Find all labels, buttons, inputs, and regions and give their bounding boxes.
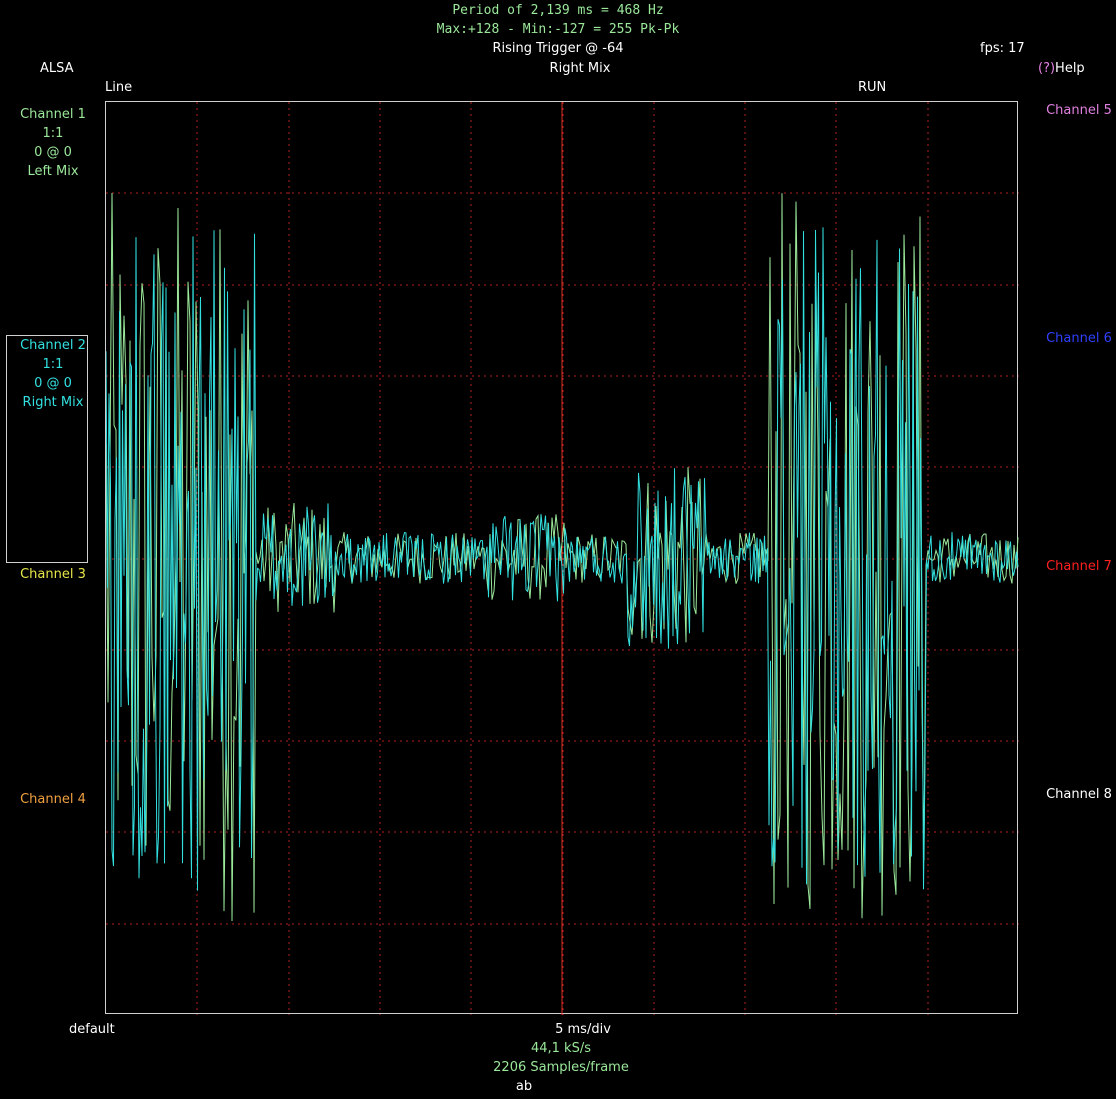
help-icon: (?) bbox=[1038, 61, 1056, 76]
display-mode-label[interactable]: ab bbox=[0, 1079, 1048, 1094]
input-label[interactable]: Line bbox=[105, 80, 132, 95]
run-state-label[interactable]: RUN bbox=[858, 80, 886, 95]
channel-1-source: Left Mix bbox=[27, 164, 79, 179]
help-button[interactable]: (?)Help bbox=[1038, 61, 1085, 76]
channel-1-scale: 1:1 bbox=[42, 126, 64, 141]
amplitude-readout: Max:+128 - Min:-127 = 255 Pk-Pk bbox=[436, 22, 680, 37]
channel-8-label[interactable]: Channel 8 bbox=[1029, 787, 1116, 802]
samples-per-frame-label: 2206 Samples/frame bbox=[493, 1060, 629, 1075]
channel-5-label[interactable]: Channel 5 bbox=[1029, 103, 1116, 118]
channel-2-name: Channel 2 bbox=[20, 338, 86, 353]
channel-4-label[interactable]: Channel 4 bbox=[3, 790, 103, 809]
channel-2-source: Right Mix bbox=[22, 395, 84, 410]
channel-2-scale: 1:1 bbox=[42, 357, 64, 372]
help-label: Help bbox=[1055, 61, 1085, 76]
scope-canvas bbox=[106, 102, 1019, 1015]
mix-label[interactable]: Right Mix bbox=[0, 61, 1116, 76]
period-readout: Period of 2,139 ms = 468 Hz bbox=[452, 3, 664, 18]
timebase-label[interactable]: 5 ms/div bbox=[0, 1022, 1116, 1037]
channel-6-label[interactable]: Channel 6 bbox=[1029, 331, 1116, 346]
samplerate-label: 44,1 kS/s bbox=[530, 1041, 591, 1056]
channel-3-label[interactable]: Channel 3 bbox=[3, 565, 103, 584]
channel-1-offset: 0 @ 0 bbox=[34, 145, 72, 160]
channel-2-panel[interactable]: Channel 2 1:1 0 @ 0 Right Mix bbox=[3, 336, 103, 412]
channel-1-panel[interactable]: Channel 1 1:1 0 @ 0 Left Mix bbox=[3, 105, 103, 181]
fps-readout: fps: 17 bbox=[980, 41, 1025, 56]
channel-7-label[interactable]: Channel 7 bbox=[1029, 559, 1116, 574]
channel-1-name: Channel 1 bbox=[20, 107, 86, 122]
oscilloscope-display[interactable] bbox=[105, 101, 1019, 1015]
channel-2-offset: 0 @ 0 bbox=[34, 376, 72, 391]
trigger-label[interactable]: Rising Trigger @ -64 bbox=[0, 41, 1116, 56]
